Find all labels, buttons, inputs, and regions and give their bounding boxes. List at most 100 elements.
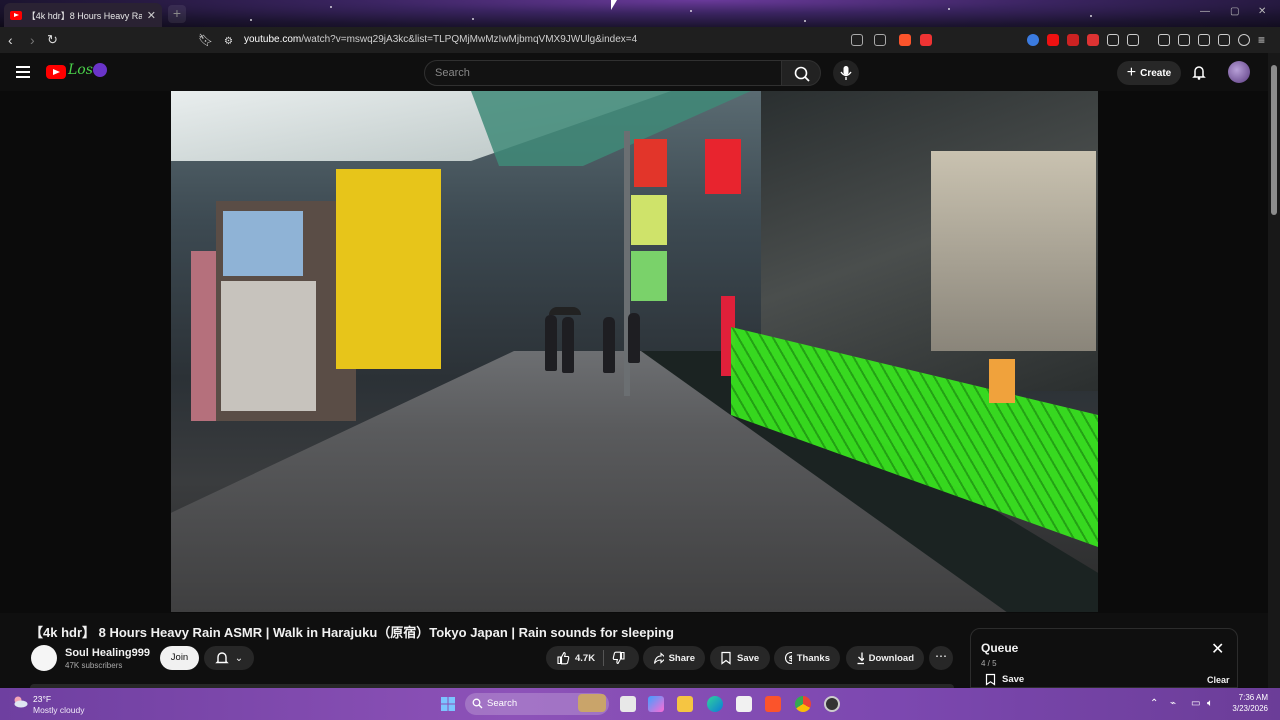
extension-2-icon[interactable]: [1047, 34, 1059, 46]
queue-title: Queue: [981, 641, 1019, 655]
volume-icon[interactable]: 🔈︎: [1207, 698, 1213, 709]
like-count[interactable]: 4.7K: [575, 653, 595, 664]
close-window-icon[interactable]: ✕: [1258, 6, 1266, 17]
network-icon[interactable]: ⌁: [1170, 698, 1176, 709]
brave-shields-icon[interactable]: [899, 34, 911, 46]
download-button[interactable]: Download: [846, 646, 924, 670]
search-highlight-icon[interactable]: [578, 694, 606, 712]
tab-title: 【4k hdr】8 Hours Heavy Rain: [26, 10, 142, 21]
extension-4-icon[interactable]: [1087, 34, 1099, 46]
back-icon[interactable]: ‹: [8, 32, 13, 48]
taskbar-search-icon: [472, 698, 483, 709]
download-arrow-icon: [857, 652, 864, 665]
youtube-favicon-icon: [10, 10, 22, 20]
minimize-icon[interactable]: —: [1200, 6, 1210, 17]
browser-tab-active[interactable]: 【4k hdr】8 Hours Heavy Rain ✕: [4, 3, 162, 27]
screenshot-icon[interactable]: [1127, 34, 1139, 46]
vpn-icon[interactable]: [1238, 34, 1250, 46]
cast-icon[interactable]: [851, 34, 863, 46]
extensions-puzzle-icon[interactable]: [1107, 34, 1119, 46]
doodle-dot-icon: [93, 63, 107, 77]
task-view-icon[interactable]: [620, 696, 636, 712]
mouse-cursor: [611, 0, 617, 10]
bookmark-icon[interactable]: 🔖︎: [198, 32, 213, 48]
weather-condition[interactable]: Mostly cloudy: [33, 705, 85, 715]
save-label: Save: [737, 652, 760, 664]
display-icon[interactable]: ▭: [1191, 698, 1200, 709]
video-player[interactable]: [171, 91, 1098, 612]
site-info-icon[interactable]: ⚙: [224, 34, 233, 50]
subscriber-count: 47K subscribers: [65, 661, 123, 670]
browser-tab-strip: 【4k hdr】8 Hours Heavy Rain ✕ + — ▢ ✕: [0, 0, 1280, 27]
account-avatar[interactable]: [1228, 61, 1250, 83]
leo-ai-icon[interactable]: [1218, 34, 1230, 46]
thanks-label: Thanks: [796, 652, 830, 664]
bell-icon: [215, 652, 229, 664]
thanks-button[interactable]: $ Thanks: [774, 646, 840, 670]
channel-name[interactable]: Soul Healing999: [65, 647, 150, 659]
save-bookmark-icon: [721, 651, 731, 665]
menu-icon[interactable]: [16, 66, 30, 81]
search-icon: [794, 66, 810, 82]
maximize-icon[interactable]: ▢: [1230, 6, 1239, 17]
app-icon[interactable]: [824, 696, 840, 712]
close-tab-icon[interactable]: ✕: [147, 9, 156, 22]
queue-close-icon[interactable]: ✕: [1211, 642, 1224, 658]
search-input[interactable]: Search: [424, 60, 782, 86]
extension-3-icon[interactable]: [1067, 34, 1079, 46]
browser-menu-icon[interactable]: ≡: [1258, 32, 1265, 48]
channel-avatar[interactable]: [31, 645, 57, 671]
more-actions-icon[interactable]: ⋯: [929, 646, 953, 670]
url-field[interactable]: youtube.com/watch?v=mswq29jA3kc&list=TLP…: [244, 34, 637, 45]
dislike-thumb-icon[interactable]: [612, 651, 626, 665]
file-explorer-icon[interactable]: [677, 696, 693, 712]
extension-1-icon[interactable]: [1027, 34, 1039, 46]
wallet-icon[interactable]: [1198, 34, 1210, 46]
brave-rewards-icon[interactable]: [920, 34, 932, 46]
scrollbar-thumb[interactable]: [1271, 65, 1277, 215]
youtube-header: Lose Search + Create: [0, 53, 1280, 91]
sidebar-icon[interactable]: [1178, 34, 1190, 46]
like-dislike-group: 4.7K: [546, 646, 639, 670]
forward-icon[interactable]: ›: [30, 32, 35, 48]
youtube-logo-icon[interactable]: [46, 65, 66, 79]
notifications-bell-icon[interactable]: [1191, 64, 1207, 80]
join-button[interactable]: Join: [160, 646, 199, 670]
chrome-icon[interactable]: [795, 696, 811, 712]
download-label: Download: [868, 652, 914, 664]
windows-start-icon[interactable]: [440, 696, 456, 712]
reload-icon[interactable]: ↻: [47, 32, 58, 48]
copilot-icon[interactable]: [648, 696, 664, 712]
page-scrollbar[interactable]: [1268, 53, 1280, 688]
url-host: youtube.com: [244, 34, 302, 45]
taskbar-clock[interactable]: 7:36 AM 3/23/2026: [1224, 692, 1268, 714]
url-path: /watch?v=mswq29jA3kc&list=TLPQMjMwMzIwMj…: [301, 34, 638, 45]
windows-taskbar: [0, 688, 1280, 720]
svg-text:$: $: [789, 654, 792, 663]
store-icon[interactable]: [736, 696, 752, 712]
queue-save-bookmark-icon: [985, 673, 996, 686]
weather-cloud-icon[interactable]: [12, 694, 28, 708]
queue-save-label: Save: [1002, 674, 1025, 685]
weather-temperature[interactable]: 23°F: [33, 694, 51, 704]
show-hidden-icons-icon[interactable]: ⌃: [1150, 698, 1158, 709]
microphone-icon: [840, 66, 852, 80]
share-label: Share: [668, 652, 695, 664]
queue-save-button[interactable]: Save: [985, 673, 1024, 686]
share-page-icon[interactable]: [874, 34, 886, 46]
save-button[interactable]: Save: [710, 646, 770, 670]
plus-icon: +: [1126, 64, 1137, 81]
edge-icon[interactable]: [707, 696, 723, 712]
create-button[interactable]: + Create: [1117, 61, 1181, 85]
voice-search-button[interactable]: [833, 60, 859, 86]
like-thumb-icon[interactable]: [556, 651, 570, 665]
brave-browser-icon[interactable]: [765, 696, 781, 712]
share-button[interactable]: Share: [643, 646, 705, 670]
queue-clear-button[interactable]: Clear: [1207, 675, 1230, 685]
queue-panel: Queue 4 / 5 ✕ Save Clear: [970, 628, 1238, 688]
new-tab-button[interactable]: +: [168, 5, 186, 23]
video-title: 【4k hdr】 8 Hours Heavy Rain ASMR | Walk …: [30, 625, 674, 640]
media-icon[interactable]: [1158, 34, 1170, 46]
search-button[interactable]: [781, 60, 821, 86]
subscription-bell-button[interactable]: ⌄: [204, 646, 254, 670]
